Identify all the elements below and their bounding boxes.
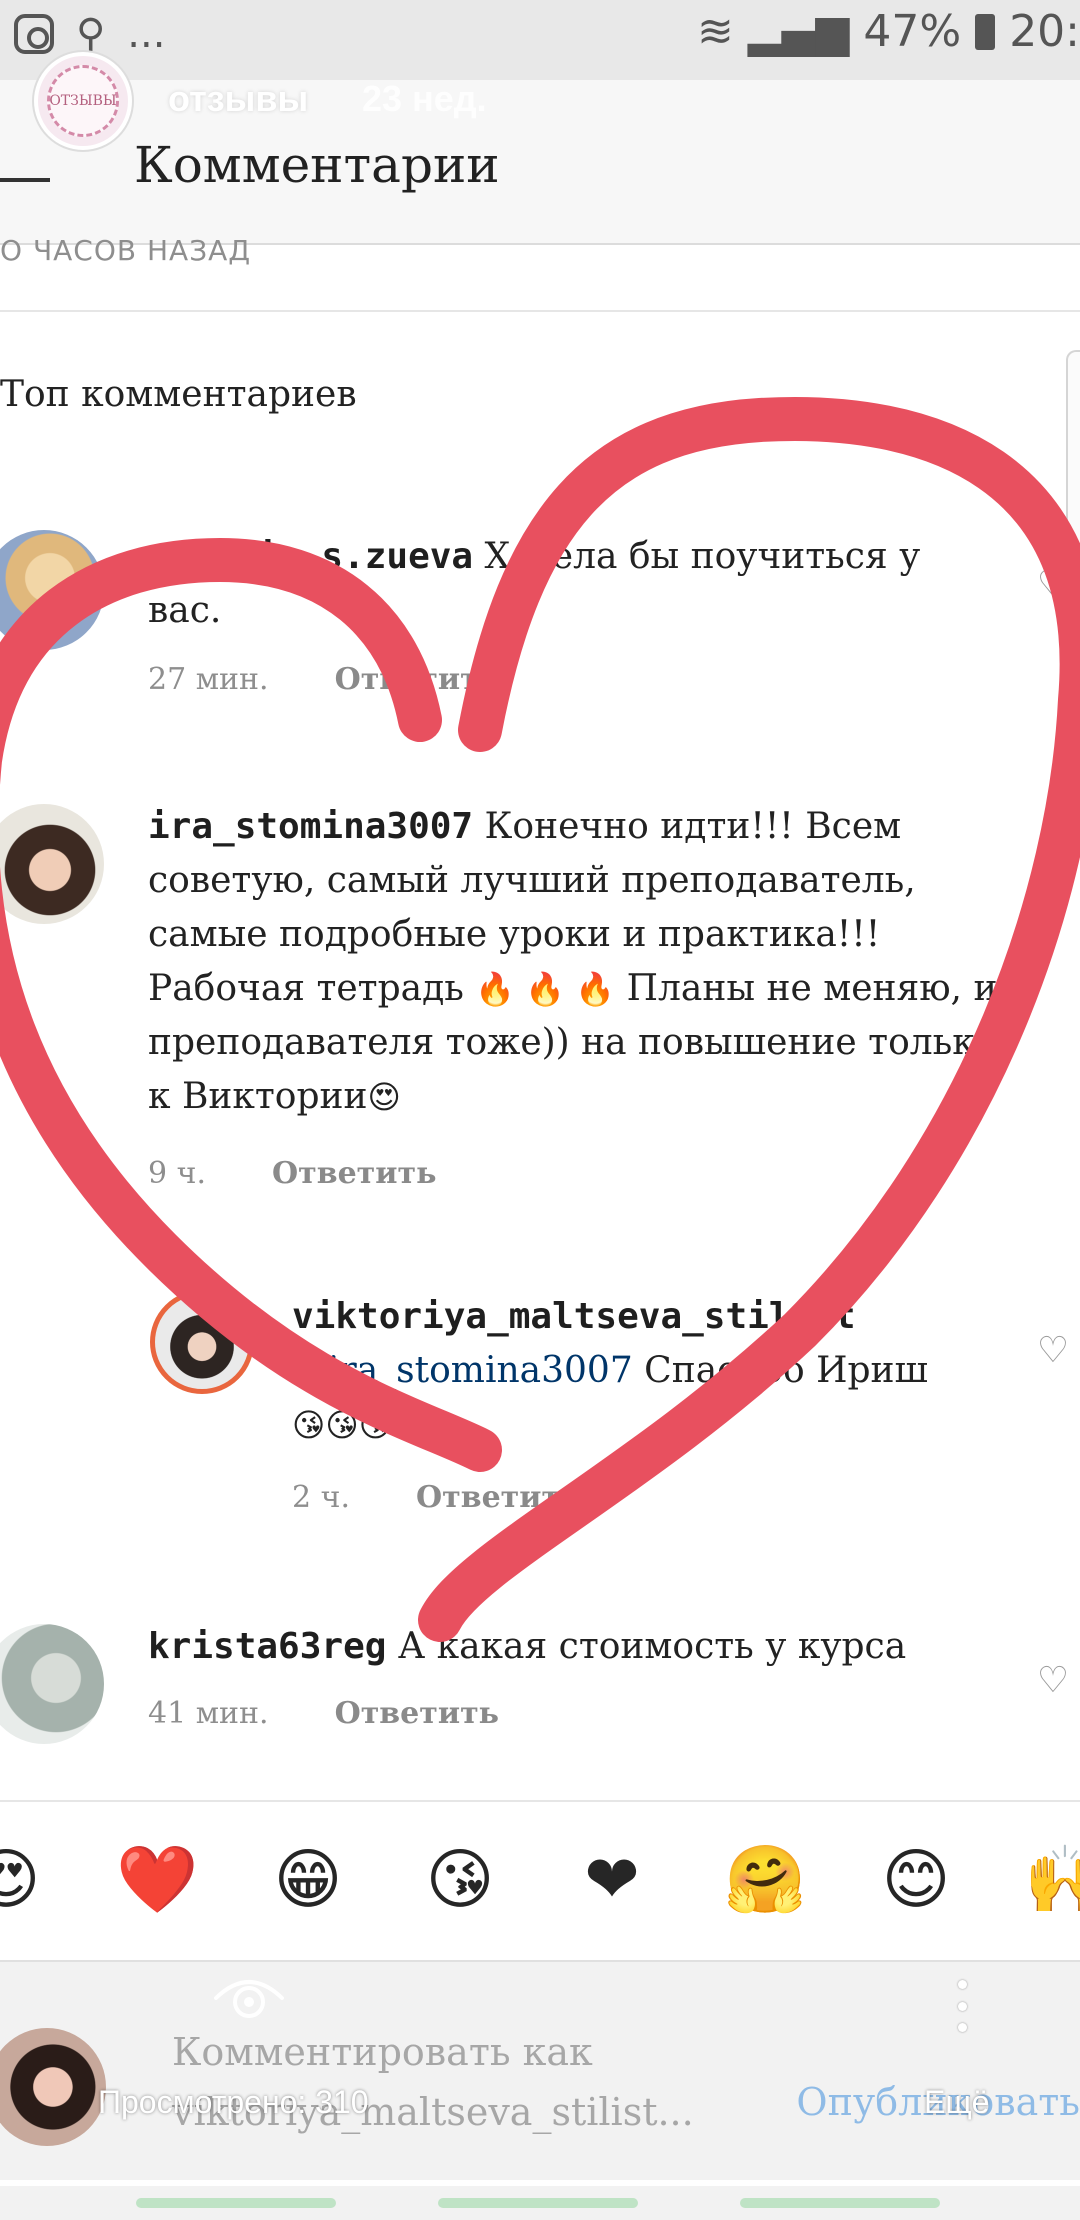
comment-time: 27 мин. <box>148 662 269 697</box>
like-heart-icon[interactable]: ♡ <box>1034 1332 1072 1370</box>
usb-icon: ⚲ <box>76 11 106 57</box>
emoji-kiss-button[interactable]: 😘 <box>420 1840 500 1920</box>
comment-username[interactable]: natalia.s.zueva <box>148 536 473 577</box>
eye-icon[interactable] <box>212 1972 286 2022</box>
reply-button[interactable]: Ответить <box>416 1480 580 1515</box>
story-views-count[interactable]: Просмотрено: 310 <box>98 2084 369 2121</box>
comment-body: viktoriya_maltseva_stilist @ira_stomina3… <box>292 1290 952 1452</box>
comment-username[interactable]: ira_stomina3007 <box>148 806 473 847</box>
like-heart-icon[interactable]: ♡ <box>1034 1662 1072 1700</box>
comment-time: 2 ч. <box>292 1480 350 1515</box>
more-options-icon[interactable] <box>956 1980 968 2032</box>
instagram-notification-icon <box>14 14 54 54</box>
avatar[interactable] <box>0 804 104 924</box>
story-title[interactable]: отзывы <box>168 78 308 120</box>
bottom-nav-indicator <box>0 2186 1080 2220</box>
emoji-heart-button[interactable]: ❤ <box>572 1840 652 1920</box>
story-avatar-logo: ОТЗЫВЫ <box>47 65 119 137</box>
current-user-avatar <box>0 2028 106 2146</box>
comment-body: ira_stomina3007 Конечно идти!!! Всем сов… <box>148 800 998 1124</box>
status-bar: ⚲ ... ≋ ▂▄▆ 47% 20: <box>0 0 1080 80</box>
battery-percent: 47% <box>863 6 962 57</box>
nav-pill <box>136 2198 336 2208</box>
comment-meta: 41 мин. Ответить <box>148 1696 499 1731</box>
comment-meta: 27 мин. Ответить <box>148 662 499 697</box>
emoji-smile-button[interactable]: 😊 <box>876 1840 956 1920</box>
reply-button[interactable]: Ответить <box>272 1156 436 1191</box>
comment-text: А какая стоимость у курса <box>386 1626 907 1667</box>
comment-time: 41 мин. <box>148 1696 269 1731</box>
nav-pill <box>438 2198 638 2208</box>
story-avatar[interactable]: ОТЗЫВЫ <box>34 52 132 150</box>
battery-icon <box>975 13 996 50</box>
comment-input-bar: Комментировать как viktoriya_maltseva_st… <box>0 1960 1080 2180</box>
emoji-quick-bar: 😍 ❤️ 😁 😘 ❤ 🤗 😊 🙌 <box>0 1800 1080 1960</box>
top-comments-heading: Топ комментариев <box>0 374 357 415</box>
comment-username[interactable]: viktoriya_maltseva_stilist <box>292 1296 856 1337</box>
comment-body: natalia.s.zueva Хотела бы поучиться у ва… <box>148 530 948 638</box>
story-age: 23 нед. <box>362 78 487 119</box>
comment-time: 9 ч. <box>148 1156 206 1191</box>
app-header: Комментарии <box>0 80 1080 245</box>
comment-meta: 2 ч. Ответить <box>292 1480 580 1515</box>
avatar[interactable] <box>0 530 104 650</box>
more-options-label[interactable]: Ещё <box>924 2084 989 2121</box>
emoji-heart-eyes-button[interactable]: 😍 <box>0 1840 46 1920</box>
comment-input[interactable]: Комментировать как viktoriya_maltseva_st… <box>172 2022 792 2142</box>
more-notifications-indicator: ... <box>127 11 166 57</box>
avatar[interactable] <box>0 1624 104 1744</box>
comment-body: krista63reg А какая стоимость у курса <box>148 1620 948 1674</box>
kiss-emoji: 😘😘😘 <box>292 1406 393 1444</box>
wifi-icon: ≋ <box>697 6 734 57</box>
emoji-grin-button[interactable]: 😁 <box>268 1840 348 1920</box>
heart-eyes-emoji: 😍 <box>367 1078 401 1116</box>
emoji-red-heart-button[interactable]: ❤️ <box>116 1840 198 1920</box>
back-arrow-icon[interactable] <box>0 160 50 200</box>
divider <box>0 310 1080 312</box>
signal-icon: ▂▄▆ <box>747 6 850 57</box>
reply-button[interactable]: Ответить <box>335 662 499 697</box>
comment-meta: 9 ч. Ответить <box>148 1156 436 1191</box>
comment-username[interactable]: krista63reg <box>148 1626 386 1667</box>
comment-mention[interactable]: @ira_stomina3007 <box>292 1350 633 1391</box>
reply-button[interactable]: Ответить <box>335 1696 499 1731</box>
emoji-hug-button[interactable]: 🤗 <box>724 1840 806 1920</box>
clock: 20: <box>1009 6 1080 57</box>
nav-pill <box>740 2198 940 2208</box>
avatar[interactable] <box>150 1290 254 1394</box>
page-title: Комментарии <box>134 136 500 194</box>
scrollbar[interactable] <box>1066 350 1080 760</box>
like-heart-icon[interactable]: ♡ <box>1034 834 1072 872</box>
post-timestamp: О ЧАСОВ НАЗАД <box>0 234 252 267</box>
emoji-raised-hands-button[interactable]: 🙌 <box>1024 1840 1080 1920</box>
fire-emoji: 🔥 🔥 🔥 <box>475 970 616 1008</box>
comment-text: Спасибо Ириш <box>632 1350 929 1391</box>
